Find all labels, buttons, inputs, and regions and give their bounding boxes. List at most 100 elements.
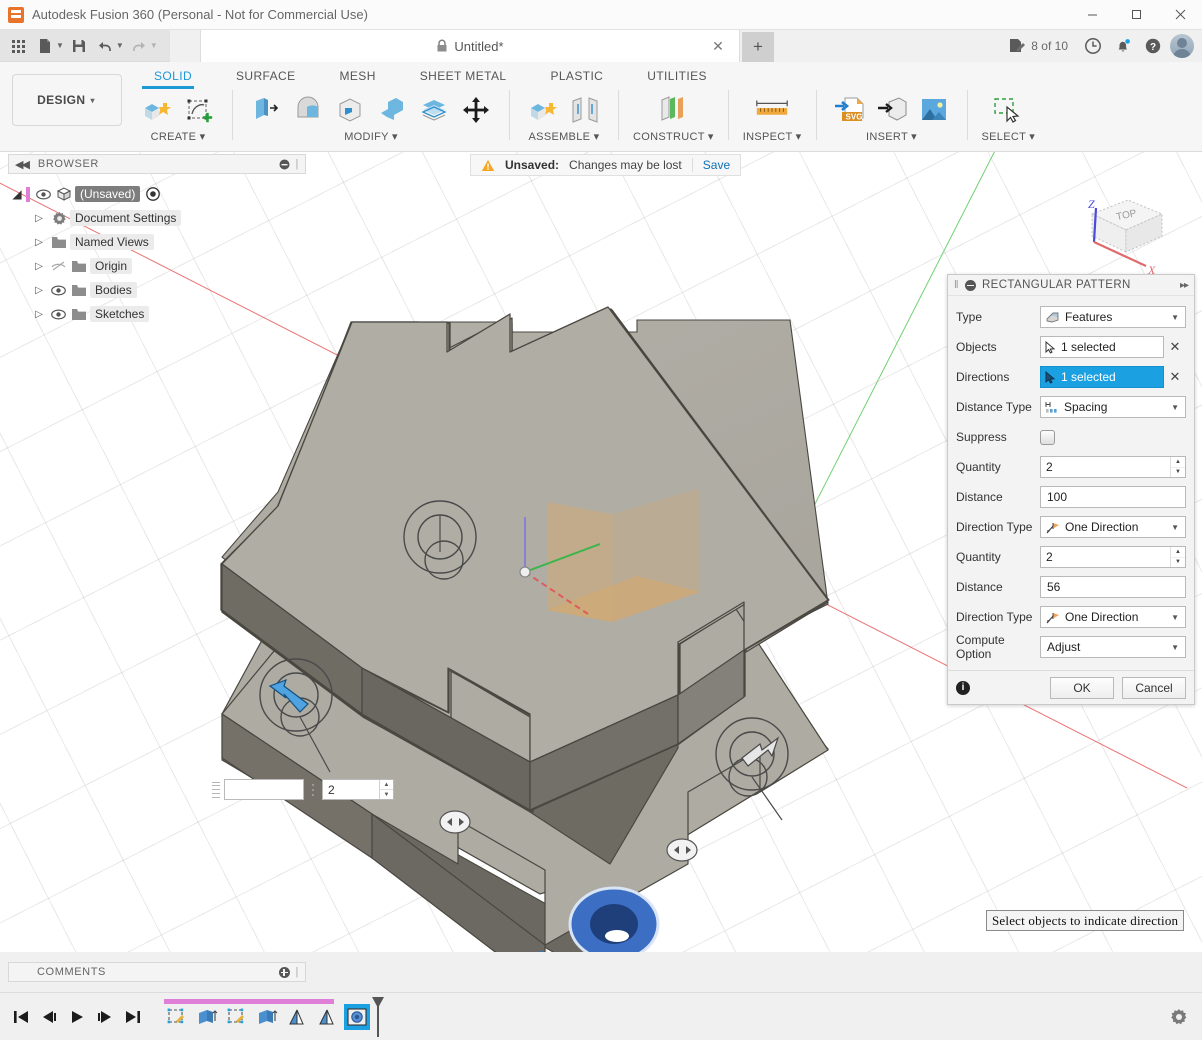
chevron-down-icon[interactable]: ▼ xyxy=(1171,613,1181,622)
tab-mesh[interactable]: MESH xyxy=(318,66,398,86)
quantity-2-stepper[interactable]: 2 ▲ ▼ xyxy=(1040,546,1186,568)
new-document-tab-button[interactable]: + xyxy=(742,32,774,62)
quantity-2-up[interactable]: ▲ xyxy=(1171,547,1185,558)
create-sketch-icon[interactable] xyxy=(180,91,218,129)
undo-caret-icon[interactable]: ▼ xyxy=(116,41,124,50)
redo-caret-icon[interactable]: ▼ xyxy=(150,41,158,50)
select-window-icon[interactable] xyxy=(989,91,1027,129)
quantity-1-value[interactable]: 2 xyxy=(1041,457,1170,477)
hole-icon[interactable] xyxy=(331,91,369,129)
timeline-feature-chamfer-2[interactable] xyxy=(314,1004,340,1030)
save-icon[interactable] xyxy=(66,33,92,59)
ribbon-group-assemble-label[interactable]: ASSEMBLE ▾ xyxy=(529,130,600,143)
timeline-end-marker[interactable] xyxy=(372,997,382,1037)
redo-icon[interactable] xyxy=(126,33,152,59)
manipulator-quantity-stepper[interactable]: 2 ▲ ▼ xyxy=(322,779,394,800)
quantity-1-up[interactable]: ▲ xyxy=(1171,457,1185,468)
quantity-2-down[interactable]: ▼ xyxy=(1171,558,1185,568)
insert-svg-icon[interactable]: SVG xyxy=(831,91,869,129)
direction-type-1-dropdown[interactable]: One Direction ▼ xyxy=(1040,516,1186,538)
quantity-2-value[interactable]: 2 xyxy=(1041,547,1170,567)
shell-icon[interactable] xyxy=(415,91,453,129)
tab-solid[interactable]: SOLID xyxy=(132,66,214,86)
direction-type-2-dropdown[interactable]: One Direction ▼ xyxy=(1040,606,1186,628)
tree-node-sketches[interactable]: ▷ Sketches xyxy=(8,302,308,326)
tab-utilities[interactable]: UTILITIES xyxy=(625,66,729,86)
tree-node-unsaved[interactable]: ◢ (Unsaved) xyxy=(8,182,308,206)
manipulator-stepper-buttons[interactable]: ▲ ▼ xyxy=(379,780,393,799)
ribbon-group-create-label[interactable]: CREATE ▾ xyxy=(151,130,206,143)
comments-resize-handle[interactable]: | xyxy=(296,966,299,978)
type-dropdown[interactable]: Features ▼ xyxy=(1040,306,1186,328)
rectangular-pattern-dialog[interactable]: ‖ RECTANGULAR PATTERN ▸▸ Type Features ▼… xyxy=(947,274,1195,705)
eye-hidden-icon[interactable] xyxy=(48,260,68,272)
ribbon-group-select-label[interactable]: SELECT ▾ xyxy=(982,130,1036,143)
objects-selection-field[interactable]: 1 selected xyxy=(1040,336,1164,358)
activate-component-icon[interactable] xyxy=(146,187,160,201)
trial-counter[interactable]: 8 of 10 xyxy=(1000,38,1076,54)
create-new-component-icon[interactable] xyxy=(138,91,176,129)
app-grid-icon[interactable] xyxy=(6,33,32,59)
tree-twisty-icon[interactable]: ▷ xyxy=(30,237,48,248)
step-back-icon[interactable] xyxy=(40,1009,58,1025)
save-link[interactable]: Save xyxy=(703,158,730,172)
tree-node-origin[interactable]: ▷ Origin xyxy=(8,254,308,278)
quantity-1-stepper-buttons[interactable]: ▲ ▼ xyxy=(1170,457,1185,477)
go-to-end-icon[interactable] xyxy=(124,1009,142,1025)
dialog-expand-icon[interactable]: ▸▸ xyxy=(1180,280,1188,291)
timeline-feature-extrude-1[interactable] xyxy=(194,1004,220,1030)
undo-icon[interactable] xyxy=(92,33,118,59)
ribbon-group-inspect-label[interactable]: INSPECT ▾ xyxy=(743,130,802,143)
info-icon[interactable]: i xyxy=(956,681,970,695)
directions-selection-field[interactable]: 1 selected xyxy=(1040,366,1164,388)
avatar[interactable] xyxy=(1170,34,1194,58)
ribbon-group-construct-label[interactable]: CONSTRUCT ▾ xyxy=(633,130,714,143)
objects-clear-button[interactable]: ✕ xyxy=(1164,339,1186,355)
minimize-button[interactable] xyxy=(1070,0,1114,30)
new-file-icon[interactable] xyxy=(32,33,58,59)
timeline-feature-extrude-2[interactable] xyxy=(254,1004,280,1030)
chevron-down-icon[interactable]: ▼ xyxy=(1171,643,1181,652)
timeline-settings-icon[interactable] xyxy=(1170,1008,1188,1026)
document-tab[interactable]: Untitled* ✕ xyxy=(200,30,740,62)
fillet-icon[interactable] xyxy=(373,91,411,129)
add-comment-icon[interactable] xyxy=(279,967,290,978)
quantity-1-down[interactable]: ▼ xyxy=(1171,468,1185,478)
tree-twisty-icon[interactable]: ▷ xyxy=(30,285,48,296)
manipulator-grip[interactable] xyxy=(212,782,220,798)
measure-icon[interactable] xyxy=(753,91,791,129)
tab-plastic[interactable]: PLASTIC xyxy=(528,66,625,86)
minimize-icon[interactable] xyxy=(279,159,290,170)
ribbon-group-modify-label[interactable]: MODIFY ▾ xyxy=(344,130,398,143)
tab-sheet-metal[interactable]: SHEET METAL xyxy=(398,66,529,86)
manipulator-stepper-down[interactable]: ▼ xyxy=(380,790,393,799)
compute-option-dropdown[interactable]: Adjust ▼ xyxy=(1040,636,1186,658)
chevron-down-icon[interactable]: ▼ xyxy=(1171,523,1181,532)
collapse-left-icon[interactable]: ◀◀ xyxy=(15,158,28,171)
maximize-button[interactable] xyxy=(1114,0,1158,30)
tree-node-named-views[interactable]: ▷ Named Views xyxy=(8,230,308,254)
workspace-selector[interactable]: DESIGN ▾ xyxy=(12,74,122,126)
timeline-feature-chamfer-1[interactable] xyxy=(284,1004,310,1030)
ribbon-group-insert-label[interactable]: INSERT ▾ xyxy=(866,130,917,143)
joint-icon[interactable] xyxy=(566,91,604,129)
insert-image-icon[interactable] xyxy=(915,91,953,129)
insert-mesh-icon[interactable] xyxy=(873,91,911,129)
tree-twisty-icon[interactable]: ◢ xyxy=(8,187,26,201)
manipulator-text-input[interactable] xyxy=(224,779,304,800)
directions-clear-button[interactable]: ✕ xyxy=(1164,369,1186,385)
question-icon[interactable]: ? xyxy=(1140,33,1166,59)
distance-1-input[interactable]: 100 xyxy=(1040,486,1186,508)
eye-visible-icon[interactable] xyxy=(48,309,68,320)
panel-resize-handle[interactable]: | xyxy=(296,158,299,170)
timeline-feature-sketch-2[interactable] xyxy=(224,1004,250,1030)
canvas-manipulator-input[interactable]: 2 ▲ ▼ xyxy=(212,778,394,801)
quantity-2-stepper-buttons[interactable]: ▲ ▼ xyxy=(1170,547,1185,567)
ok-button[interactable]: OK xyxy=(1050,677,1114,699)
eye-visible-icon[interactable] xyxy=(33,189,53,200)
tree-node-document-settings[interactable]: ▷ Document Settings xyxy=(8,206,308,230)
eye-visible-icon[interactable] xyxy=(48,285,68,296)
chevron-down-icon[interactable]: ▼ xyxy=(1171,403,1181,412)
new-file-caret-icon[interactable]: ▼ xyxy=(56,41,64,50)
minus-circle-icon[interactable] xyxy=(965,280,976,291)
